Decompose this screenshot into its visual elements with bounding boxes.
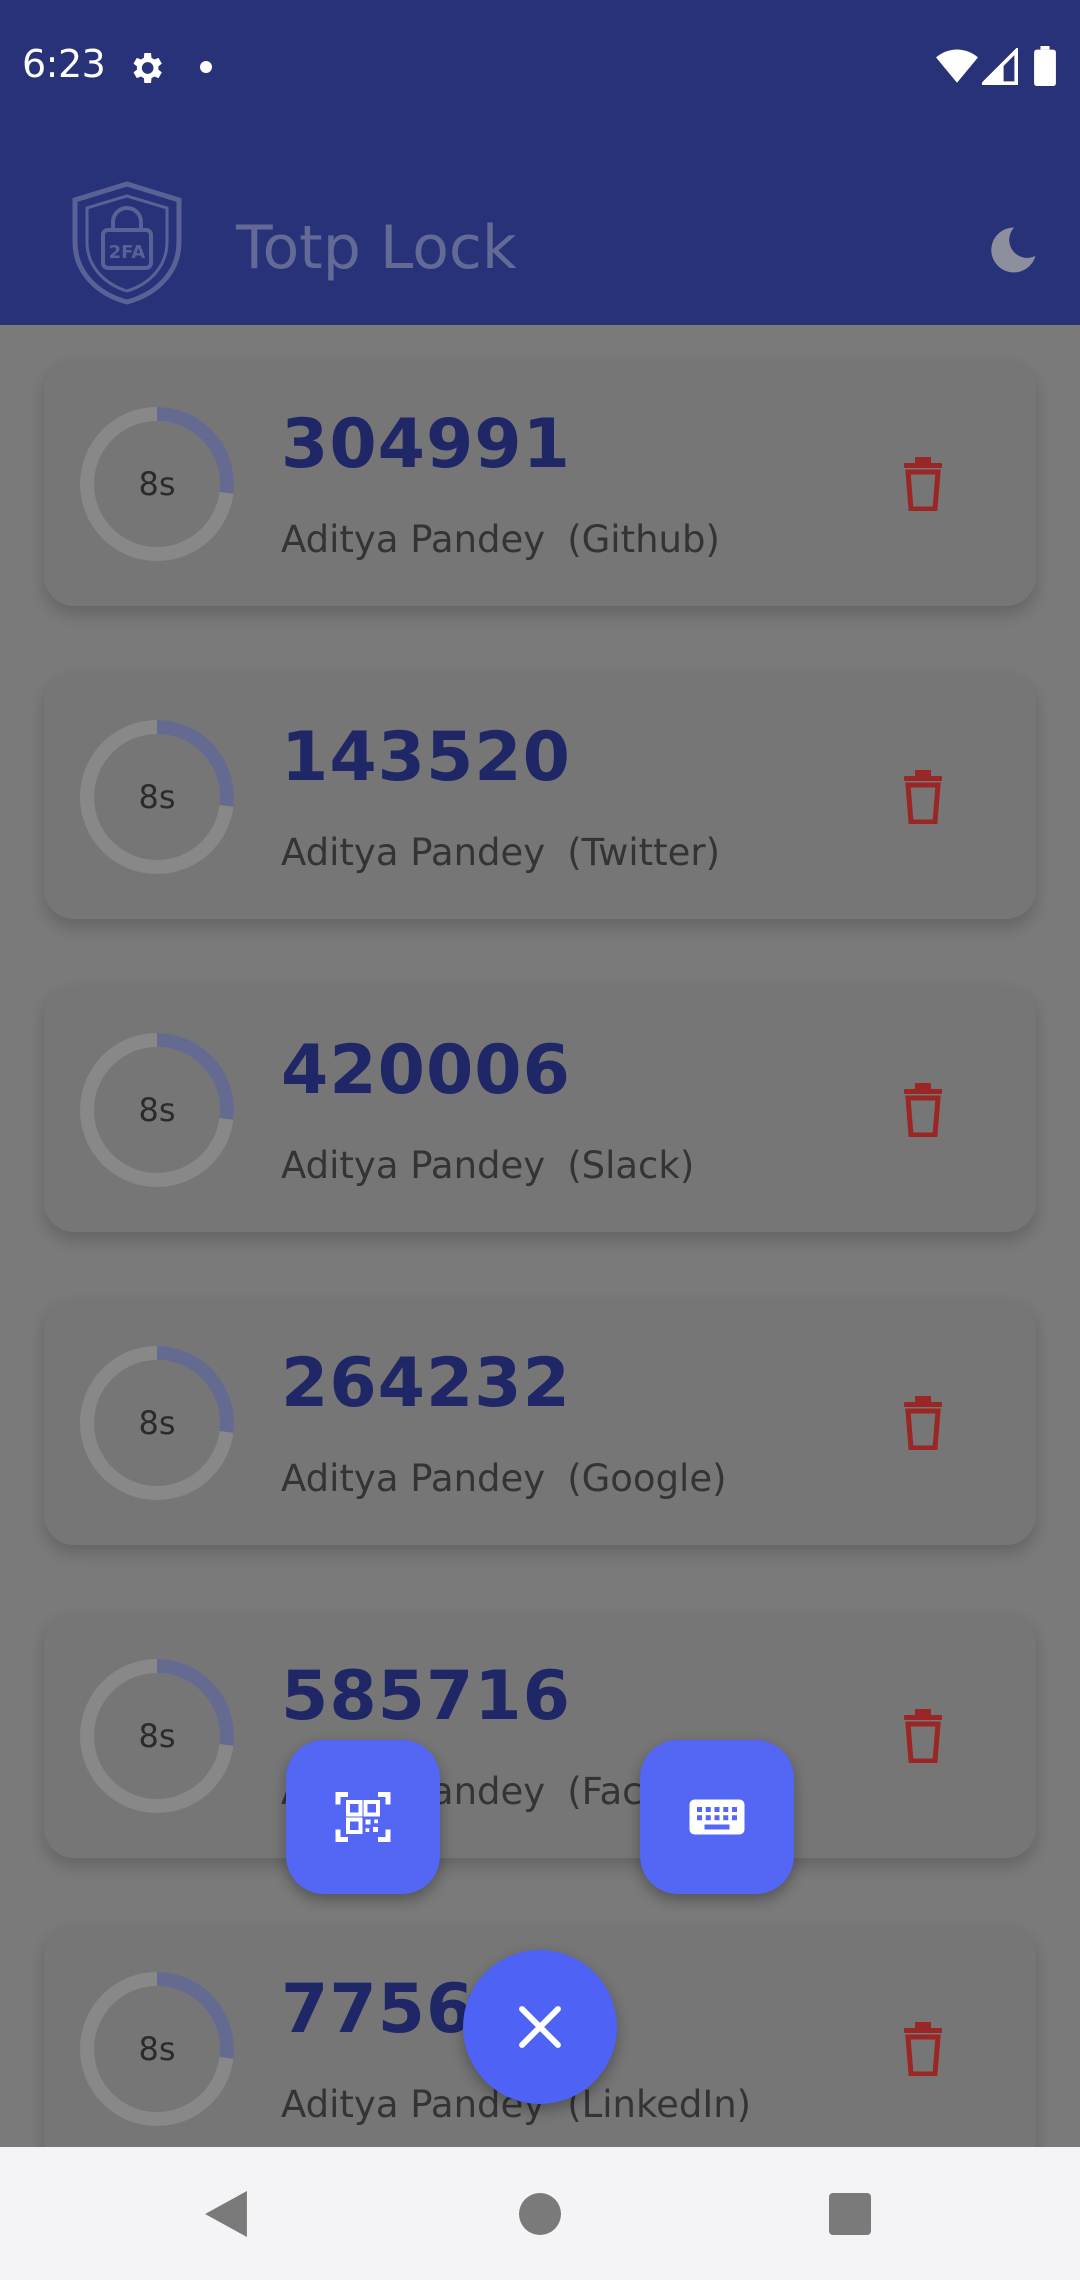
totp-card[interactable]: 8s 143520 Aditya Pandey (Twitter) — [44, 673, 1036, 919]
account-label: Aditya Pandey (Google) — [281, 1457, 727, 1500]
totp-card[interactable]: 8s 264232 Aditya Pandey (Google) — [44, 1299, 1036, 1545]
system-navigation-bar — [0, 2147, 1080, 2280]
totp-code[interactable]: 143520 — [281, 718, 571, 797]
countdown-text: 8s — [138, 465, 176, 503]
account-label: Aditya Pandey (Slack) — [281, 1144, 694, 1187]
countdown-text: 8s — [138, 1091, 176, 1129]
account-name: Aditya Pandey — [281, 518, 546, 561]
settings-gear-icon — [133, 53, 162, 83]
account-service: (Slack) — [567, 1144, 695, 1187]
svg-text:2FA: 2FA — [109, 242, 146, 263]
manual-entry-button[interactable] — [640, 1740, 794, 1894]
dark-mode-moon-icon[interactable] — [986, 223, 1040, 277]
totp-card[interactable]: 8s 304991 Aditya Pandey (Github) — [44, 360, 1036, 606]
account-service: (LinkedIn) — [567, 2083, 752, 2126]
scan-qr-button[interactable] — [286, 1740, 440, 1894]
home-circle-icon[interactable] — [519, 2193, 561, 2235]
wifi-icon — [936, 49, 978, 83]
account-label: Aditya Pandey (Twitter) — [281, 831, 720, 874]
delete-trash-icon[interactable] — [902, 1709, 944, 1763]
back-triangle-icon[interactable] — [205, 2191, 247, 2237]
notification-dot-icon — [200, 61, 212, 73]
countdown-text: 8s — [138, 2030, 176, 2068]
delete-trash-icon[interactable] — [902, 1083, 944, 1137]
close-fab-button[interactable] — [463, 1950, 617, 2104]
totp-card[interactable]: 8s585716Aditya Pandey(Facebook) — [44, 1612, 1036, 1858]
account-service: (Google) — [567, 1457, 727, 1500]
delete-trash-icon[interactable] — [902, 1396, 944, 1450]
cell-signal-icon — [982, 48, 1018, 85]
keyboard-icon — [689, 1799, 745, 1835]
totp-code[interactable]: 264232 — [281, 1344, 571, 1423]
app-title: Totp Lock — [236, 213, 517, 283]
totp-code[interactable]: 420006 — [281, 1031, 571, 1110]
close-icon — [519, 2006, 561, 2048]
battery-icon — [1034, 46, 1056, 86]
delete-trash-icon[interactable] — [902, 770, 944, 824]
account-service: (Twitter) — [567, 831, 721, 874]
totp-card[interactable]: 8s 420006 Aditya Pandey (Slack) — [44, 986, 1036, 1232]
account-name: Aditya Pandey — [281, 1144, 546, 1187]
app-logo-shield-icon: 2FA — [72, 181, 182, 305]
countdown-text: 8s — [138, 1717, 176, 1755]
status-bar: 6:23 — [0, 0, 1080, 135]
delete-trash-icon[interactable] — [902, 2022, 944, 2076]
totp-code[interactable]: 304991 — [281, 405, 571, 484]
totp-list[interactable]: 8s 304991 Aditya Pandey (Github) 8s 143520 Adi… — [0, 325, 1080, 2147]
countdown-text: 8s — [138, 1404, 176, 1442]
app-bar: 2FA Totp Lock — [0, 135, 1080, 325]
account-name: Aditya Pandey — [281, 1457, 546, 1500]
account-label: Aditya Pandey (Github) — [281, 518, 720, 561]
totp-code[interactable]: 585716 — [281, 1657, 571, 1736]
qr-scan-icon — [335, 1792, 391, 1842]
account-name: Aditya Pandey — [281, 831, 546, 874]
status-time: 6:23 — [22, 42, 106, 86]
delete-trash-icon[interactable] — [902, 457, 944, 511]
account-service: (Github) — [567, 518, 720, 561]
recent-apps-square-icon[interactable] — [829, 2193, 871, 2235]
countdown-text: 8s — [138, 778, 176, 816]
